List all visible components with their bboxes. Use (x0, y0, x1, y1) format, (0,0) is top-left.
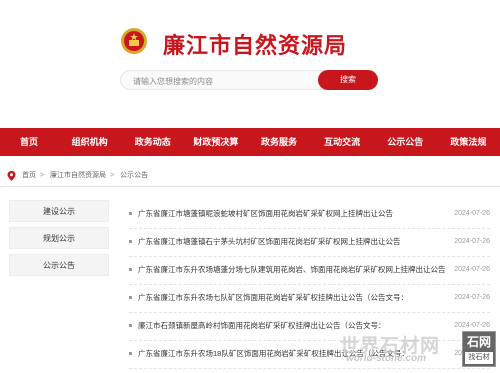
article-date: 2024-07-26 (454, 238, 490, 245)
bullet-icon (129, 240, 132, 243)
nav-interaction[interactable]: 互动交流 (311, 128, 374, 156)
nav-home[interactable]: 首页 (0, 128, 58, 156)
main-nav: 首页 组织机构 政务动态 财政预决算 政务服务 互动交流 公示公告 政策法规 (0, 128, 500, 156)
nav-announcements[interactable]: 公示公告 (374, 128, 437, 156)
list-item[interactable]: 广东省廉江市塘蓬镇呢浪蛇坡村矿区饰面用花岗岩矿采矿权网上挂牌出让公告 2024-… (129, 201, 490, 229)
breadcrumb: 首页 > 廉江市自然资源局 > 公示公告 (0, 165, 500, 187)
article-title[interactable]: 广东省廉江市塘蓬镇呢浪蛇坡村矿区饰面用花岗岩矿采矿权网上挂牌出让公告 (138, 208, 448, 220)
search-button[interactable]: 搜索 (318, 70, 378, 90)
location-pin-icon (7, 171, 16, 181)
breadcrumb-separator: > (110, 172, 115, 179)
seal-bottom-text: 找石材 (465, 352, 493, 364)
sidebar: 建设公示 规划公示 公示公告 (9, 200, 109, 281)
sidebar-item-planning[interactable]: 规划公示 (9, 227, 109, 249)
site-header: 廉江市自然资源局 搜索 (0, 0, 500, 128)
watermark-url: world-stone.com (346, 353, 427, 364)
list-item[interactable]: 广东省廉江市塘蓬镇石宁茅头坑村矿区饰面用花岗岩矿采矿权网上挂牌出让公告 2024… (129, 229, 490, 257)
article-title[interactable]: 广东省廉江市塘蓬镇石宁茅头坑村矿区饰面用花岗岩矿采矿权网上挂牌出让公告 (138, 236, 448, 248)
sidebar-item-announcements[interactable]: 公示公告 (9, 254, 109, 276)
article-date: 2024-07-26 (454, 210, 490, 217)
breadcrumb-separator: > (40, 172, 45, 179)
sidebar-item-construction[interactable]: 建设公示 (9, 200, 109, 222)
breadcrumb-current[interactable]: 公示公告 (120, 172, 148, 179)
nav-services[interactable]: 政务服务 (247, 128, 310, 156)
nav-budget[interactable]: 财政预决算 (184, 128, 247, 156)
search-box: 搜索 (120, 70, 378, 91)
bullet-icon (129, 212, 132, 215)
article-date: 2024-07-26 (454, 266, 490, 273)
article-title[interactable]: 广东省廉江市东升农场塘蓬分场七队建筑用花岗岩、饰面用花岗岩矿采矿权网上挂牌出让公… (138, 264, 448, 276)
breadcrumb-home[interactable]: 首页 (22, 172, 36, 179)
site-title: 廉江市自然资源局 (163, 33, 348, 58)
article-title[interactable]: 广东省廉江市东升农场七队矿区饰面用花岗岩矿采矿权挂牌出让公告（公告文号： (138, 292, 448, 304)
bullet-icon (129, 296, 132, 299)
bullet-icon (129, 268, 132, 271)
article-date: 2024-07-26 (454, 294, 490, 301)
watermark: 世界石材网 world-stone.com 石网 找石材 (338, 331, 498, 371)
nav-organization[interactable]: 组织机构 (58, 128, 121, 156)
list-item[interactable]: 广东省廉江市东升农场七队矿区饰面用花岗岩矿采矿权挂牌出让公告（公告文号： 202… (129, 285, 490, 313)
bullet-icon (129, 324, 132, 327)
seal-top-text: 石网 (466, 335, 491, 349)
search-input[interactable] (121, 72, 311, 91)
bullet-icon (129, 352, 132, 355)
nav-news[interactable]: 政务动态 (121, 128, 184, 156)
breadcrumb-bureau[interactable]: 廉江市自然资源局 (50, 172, 106, 179)
emblem-icon (121, 28, 147, 54)
watermark-seal: 石网 找石材 (462, 331, 496, 367)
nav-policies[interactable]: 政策法规 (437, 128, 500, 156)
list-item[interactable]: 广东省廉江市东升农场塘蓬分场七队建筑用花岗岩、饰面用花岗岩矿采矿权网上挂牌出让公… (129, 257, 490, 285)
